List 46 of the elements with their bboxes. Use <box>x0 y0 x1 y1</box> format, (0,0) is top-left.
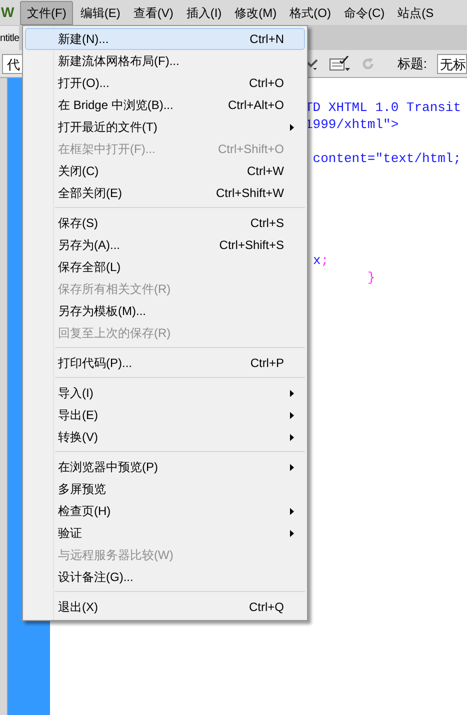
title-field[interactable]: 无标 <box>437 54 467 74</box>
title-label: 标题: <box>397 54 427 73</box>
code-line: 1999/xhtml"> <box>305 116 399 133</box>
menu-entry[interactable]: 新建流体网格布局(F)... <box>25 50 305 72</box>
menu-entry[interactable]: 打印代码(P)... Ctrl+P <box>25 352 305 374</box>
menu-entry[interactable]: 退出(X) Ctrl+Q <box>25 596 305 618</box>
menu-entry[interactable]: 保存全部(L) <box>25 256 305 278</box>
submenu-arrow-icon <box>290 434 294 440</box>
document-tab[interactable]: ntitle <box>0 26 20 50</box>
menu-entry[interactable]: 在 Bridge 中浏览(B)... Ctrl+Alt+O <box>25 94 305 116</box>
menu-entry[interactable]: 另存为模板(M)... <box>25 300 305 322</box>
menu-entry[interactable]: 关闭(C) Ctrl+W <box>25 160 305 182</box>
menu-entry[interactable]: 导入(I) <box>25 382 305 404</box>
submenu-arrow-icon <box>290 412 294 418</box>
menu-entry[interactable]: 打开(O)... Ctrl+O <box>25 72 305 94</box>
checklist-icon[interactable] <box>329 56 352 72</box>
menu-item[interactable]: 插入(I) <box>180 0 228 24</box>
menu-entry[interactable]: 在浏览器中预览(P) <box>25 456 305 478</box>
menu-entry[interactable]: 导出(E) <box>25 404 305 426</box>
menu-entry[interactable]: 设计备注(G)... <box>25 566 305 588</box>
menu-item[interactable]: 命令(C) <box>338 0 391 24</box>
code-line: content="text/html; <box>312 150 462 167</box>
menu-item[interactable]: 查看(V) <box>127 0 180 24</box>
app-logo: W <box>0 3 16 22</box>
menu-entry[interactable]: 多屏预览 <box>25 478 305 500</box>
menu-entry[interactable]: 全部关闭(E) Ctrl+Shift+W <box>25 182 305 204</box>
menu-item[interactable]: 文件(F) <box>20 0 74 24</box>
menu-entry[interactable]: 另存为(A)... Ctrl+Shift+S <box>25 234 305 256</box>
menu-entry[interactable]: 检查页(H) <box>25 500 305 522</box>
menu-entry[interactable]: 验证 <box>25 522 305 544</box>
menu-entry[interactable]: 保存(S) Ctrl+S <box>25 212 305 234</box>
submenu-arrow-icon <box>290 464 294 470</box>
submenu-arrow-icon <box>290 124 294 130</box>
menu-item[interactable]: 修改(M) <box>228 0 283 24</box>
menu-entry[interactable]: 新建(N)... Ctrl+N <box>25 28 305 50</box>
menu-entry[interactable]: 转换(V) <box>25 426 305 448</box>
submenu-arrow-icon <box>290 508 294 514</box>
submenu-arrow-icon <box>290 390 294 396</box>
menu-entry[interactable]: 打开最近的文件(T) <box>25 116 305 138</box>
menu-item[interactable]: 编辑(E) <box>74 0 126 24</box>
submenu-arrow-icon <box>290 530 294 536</box>
code-text: x <box>313 252 321 269</box>
menu-item[interactable]: 站点(S <box>392 0 440 24</box>
code-line: } <box>366 269 376 286</box>
code-text: ; <box>320 252 329 269</box>
menu-item[interactable]: 格式(O) <box>284 0 337 24</box>
